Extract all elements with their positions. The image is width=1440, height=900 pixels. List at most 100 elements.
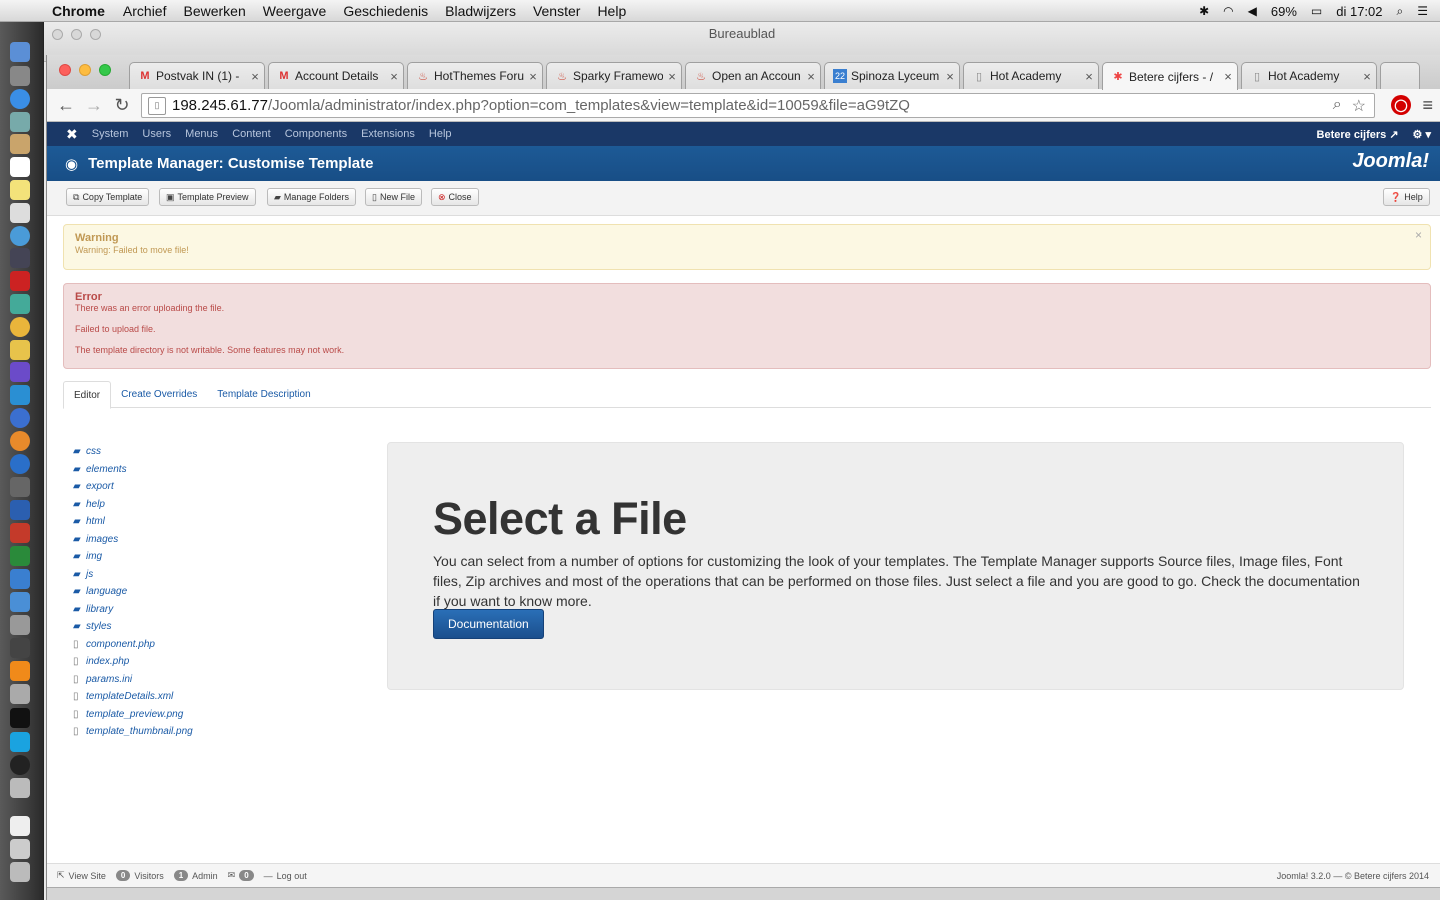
photo-app-icon[interactable]	[10, 684, 30, 704]
address-bar[interactable]: ▯ 198.245.61.77/Joomla/administrator/ind…	[141, 93, 1375, 118]
tab-close-icon[interactable]: ×	[941, 69, 959, 84]
launchpad-icon[interactable]	[10, 66, 30, 86]
menubar-item-weergave[interactable]: Weergave	[263, 3, 327, 19]
browser-tab[interactable]: ♨ Open an Accoun ×	[685, 62, 821, 89]
admin-status[interactable]: 1 Admin	[173, 870, 218, 881]
browser-tab[interactable]: ▯ Hot Academy ×	[1241, 62, 1377, 89]
tree-folder[interactable]: ▰ js	[73, 566, 373, 584]
tree-file[interactable]: ▯ template_preview.png	[73, 706, 373, 724]
tree-file[interactable]: ▯ component.php	[73, 636, 373, 654]
itunes-icon[interactable]	[10, 408, 30, 428]
battery-icon[interactable]: ▭	[1311, 4, 1322, 18]
pages-icon[interactable]	[10, 340, 30, 360]
tree-folder[interactable]: ▰ styles	[73, 618, 373, 636]
nav-menus[interactable]: Menus	[185, 128, 218, 140]
notification-center-icon[interactable]: ☰	[1417, 4, 1428, 18]
tree-folder[interactable]: ▰ images	[73, 531, 373, 549]
bookmark-star-icon[interactable]: ☆	[1352, 96, 1366, 116]
messages-status[interactable]: ✉ 0	[228, 870, 254, 881]
nav-extensions[interactable]: Extensions	[361, 128, 415, 140]
menubar-item-archief[interactable]: Archief	[123, 3, 167, 19]
calendar-icon[interactable]	[10, 157, 30, 177]
tab-close-icon[interactable]: ×	[1219, 69, 1237, 84]
dismiss-close-icon[interactable]: ×	[1415, 228, 1422, 242]
preview-icon[interactable]	[10, 615, 30, 635]
nav-users[interactable]: Users	[142, 128, 171, 140]
logout-link[interactable]: — Log out	[264, 871, 307, 881]
speed-dial-icon[interactable]	[10, 755, 30, 775]
tab-close-icon[interactable]: ×	[663, 69, 681, 84]
menubar-app-name[interactable]: Chrome	[52, 3, 105, 19]
app-store-alt-icon[interactable]	[10, 454, 30, 474]
help-button[interactable]: ❓ Help	[1383, 188, 1430, 206]
volume-icon[interactable]: ◀	[1248, 4, 1257, 18]
tree-file[interactable]: ▯ template_thumbnail.png	[73, 723, 373, 741]
notes-icon[interactable]	[10, 180, 30, 200]
browser-tab-active[interactable]: ✱ Betere cijfers - / ×	[1102, 62, 1238, 90]
nav-components[interactable]: Components	[285, 128, 347, 140]
battery-percentage[interactable]: 69%	[1271, 4, 1297, 19]
tab-close-icon[interactable]: ×	[246, 69, 264, 84]
excel-icon[interactable]	[10, 546, 30, 566]
tab-close-icon[interactable]: ×	[802, 69, 820, 84]
word-icon[interactable]	[10, 500, 30, 520]
new-tab-button[interactable]	[1380, 62, 1420, 89]
settings-gear-icon[interactable]: ⚙ ▾	[1413, 128, 1431, 141]
forward-icon[interactable]: →	[85, 95, 103, 116]
vlc-icon[interactable]	[10, 661, 30, 681]
finder-icon[interactable]	[10, 42, 30, 62]
tab-template-description[interactable]: Template Description	[207, 381, 320, 408]
tree-folder[interactable]: ▰ export	[73, 478, 373, 496]
new-file-button[interactable]: ▯ New File	[365, 188, 422, 206]
iphoto-icon[interactable]	[10, 294, 30, 314]
template-preview-button[interactable]: ▣ Template Preview	[159, 188, 256, 206]
nav-help[interactable]: Help	[429, 128, 452, 140]
manage-folders-button[interactable]: ▰ Manage Folders	[267, 188, 356, 206]
contacts-icon[interactable]	[10, 134, 30, 154]
messages-icon[interactable]	[10, 226, 30, 246]
spotlight-search-icon[interactable]: ⌕	[1397, 4, 1404, 19]
tree-file[interactable]: ▯ index.php	[73, 653, 373, 671]
documents-stack-icon[interactable]	[10, 816, 30, 836]
chrome-menu-icon[interactable]: ≡	[1422, 95, 1433, 116]
adblock-extension-icon[interactable]: ◯	[1391, 95, 1411, 115]
skype-icon[interactable]	[10, 732, 30, 752]
browser-tab[interactable]: M Account Details ×	[268, 62, 404, 89]
menubar-item-help[interactable]: Help	[597, 3, 626, 19]
tree-folder[interactable]: ▰ html	[73, 513, 373, 531]
window-close-icon[interactable]	[59, 64, 71, 76]
view-site-link[interactable]: ⇱ View Site	[57, 870, 106, 881]
tree-file[interactable]: ▯ params.ini	[73, 671, 373, 689]
mail-icon[interactable]	[10, 112, 30, 132]
tree-folder[interactable]: ▰ elements	[73, 461, 373, 479]
menubar-item-bewerken[interactable]: Bewerken	[183, 3, 245, 19]
wifi-icon[interactable]: ◠	[1223, 4, 1233, 18]
tab-close-icon[interactable]: ×	[524, 69, 542, 84]
browser-tab[interactable]: ♨ Sparky Framewo ×	[546, 62, 682, 89]
terminal-icon[interactable]	[10, 638, 30, 658]
nav-system[interactable]: System	[92, 128, 129, 140]
tab-close-icon[interactable]: ×	[1358, 69, 1376, 84]
network-icon[interactable]	[10, 569, 30, 589]
documentation-button[interactable]: Documentation	[433, 609, 544, 639]
tree-file[interactable]: ▯ templateDetails.xml	[73, 688, 373, 706]
downloads-stack-icon[interactable]	[10, 839, 30, 859]
tree-folder[interactable]: ▰ css	[73, 443, 373, 461]
browser-tab[interactable]: ♨ HotThemes Foru ×	[407, 62, 543, 89]
tab-create-overrides[interactable]: Create Overrides	[111, 381, 207, 408]
facetime-icon[interactable]	[10, 248, 30, 268]
globe-app-icon[interactable]	[10, 778, 30, 798]
keynote-icon[interactable]	[10, 362, 30, 382]
app-store-icon[interactable]	[10, 385, 30, 405]
safari-icon[interactable]	[10, 89, 30, 109]
tree-folder[interactable]: ▰ help	[73, 496, 373, 514]
back-icon[interactable]: ←	[57, 95, 75, 116]
photo-booth-icon[interactable]	[10, 271, 30, 291]
nav-content[interactable]: Content	[232, 128, 271, 140]
menubar-item-bladwijzers[interactable]: Bladwijzers	[445, 3, 516, 19]
copy-template-button[interactable]: ⧉ Copy Template	[66, 188, 150, 206]
search-icon[interactable]: ⌕	[1333, 96, 1342, 116]
reminders-icon[interactable]	[10, 203, 30, 223]
menubar-clock[interactable]: di 17:02	[1336, 4, 1382, 19]
reload-icon[interactable]: ↻	[113, 95, 131, 116]
